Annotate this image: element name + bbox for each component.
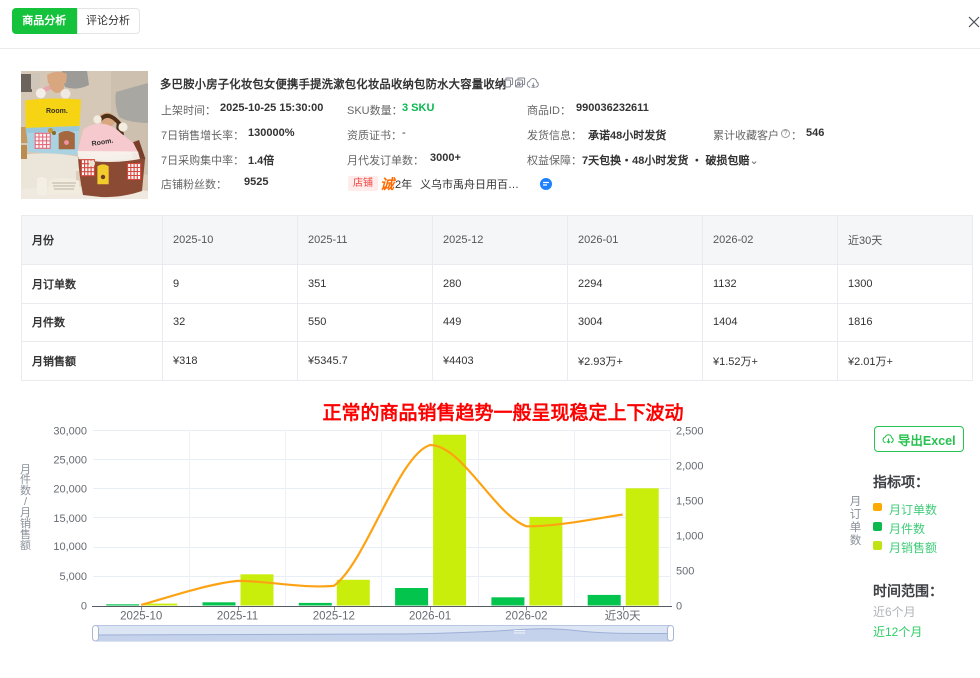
svg-text:0: 0: [676, 600, 682, 612]
svg-text:2,500: 2,500: [676, 425, 704, 437]
svg-text:Room.: Room.: [46, 108, 68, 115]
svg-text:5,000: 5,000: [59, 571, 87, 583]
svg-text:20,000: 20,000: [53, 484, 87, 496]
svg-text:2026-02: 2026-02: [505, 611, 547, 623]
svg-text:2025-10: 2025-10: [120, 611, 162, 623]
svg-text:500: 500: [676, 565, 694, 577]
svg-text:2025-11: 2025-11: [217, 611, 258, 623]
svg-text:2026-01: 2026-01: [409, 611, 451, 623]
svg-text:10,000: 10,000: [53, 541, 87, 553]
svg-text:25,000: 25,000: [53, 455, 87, 467]
svg-text:1,500: 1,500: [676, 495, 704, 507]
svg-text:30,000: 30,000: [53, 425, 87, 437]
svg-text:近30天: 近30天: [605, 610, 641, 623]
svg-text:0: 0: [81, 600, 87, 612]
svg-text:2,000: 2,000: [676, 460, 704, 472]
svg-text:1,000: 1,000: [676, 530, 704, 542]
svg-text:2025-12: 2025-12: [313, 611, 355, 623]
svg-text:15,000: 15,000: [53, 513, 87, 525]
